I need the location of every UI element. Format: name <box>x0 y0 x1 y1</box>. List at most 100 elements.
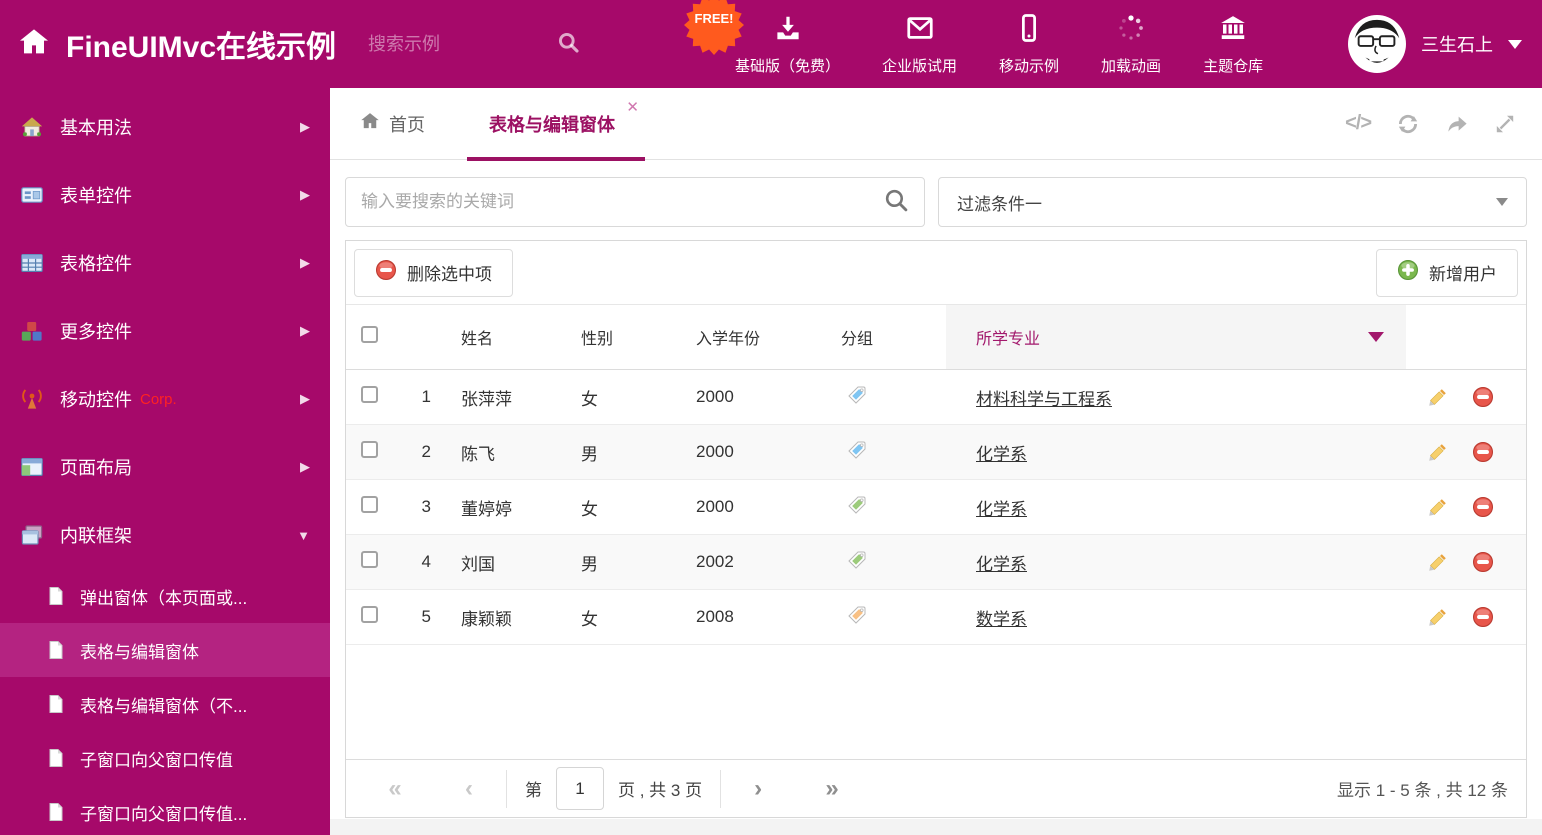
table-row: 4 刘国 男 2002 化学系 <box>346 535 1526 590</box>
page-background-strip <box>330 819 1542 835</box>
search-icon[interactable] <box>556 30 580 59</box>
search-icon[interactable] <box>883 187 909 218</box>
sidebar-item-mobile-controls[interactable]: 移动控件 Corp. ▶ <box>0 365 330 433</box>
tab-grid-edit-window[interactable]: 表格与编辑窗体 ✕ <box>467 88 645 161</box>
add-user-label: 新增用户 <box>1429 265 1497 284</box>
delete-icon[interactable] <box>1472 496 1494 518</box>
chevron-right-icon: ▶ <box>300 187 310 202</box>
nav-item-mobile-examples[interactable]: 移动示例 <box>978 13 1080 76</box>
sidebar-item-label: 页面布局 <box>60 458 132 478</box>
refresh-icon[interactable] <box>1396 112 1420 136</box>
select-all-checkbox[interactable] <box>361 326 378 343</box>
chevron-down-icon <box>1496 198 1508 206</box>
column-header-name[interactable]: 姓名 <box>441 325 561 349</box>
keyword-search-input[interactable] <box>361 192 883 212</box>
pager-summary: 显示 1 - 5 条 , 共 12 条 <box>1337 781 1508 800</box>
edit-icon[interactable] <box>1428 552 1448 572</box>
sidebar-item-inline-frames[interactable]: 内联框架 ▼ <box>0 501 330 569</box>
row-checkbox[interactable] <box>361 551 378 568</box>
tab-tools: </> <box>1345 112 1516 136</box>
tag-icon <box>821 604 946 631</box>
major-link[interactable]: 数学系 <box>976 610 1027 629</box>
open-in-new-icon[interactable] <box>1445 112 1469 136</box>
edit-icon[interactable] <box>1428 607 1448 627</box>
first-page-button[interactable]: « <box>358 775 432 803</box>
edit-icon[interactable] <box>1428 497 1448 517</box>
cell-name: 张萍萍 <box>461 389 512 409</box>
content: 过滤条件一 删除选中项 新增用户 <box>330 160 1542 818</box>
table-row: 2 陈飞 男 2000 化学系 <box>346 425 1526 480</box>
row-checkbox[interactable] <box>361 386 378 403</box>
major-link[interactable]: 化学系 <box>976 555 1027 574</box>
row-checkbox[interactable] <box>361 606 378 623</box>
nav-item-label: 主题仓库 <box>1203 57 1264 75</box>
expand-icon[interactable] <box>1494 113 1516 135</box>
row-checkbox[interactable] <box>361 441 378 458</box>
layout-icon <box>20 455 44 479</box>
sidebar-subitem-child-to-parent[interactable]: 子窗口向父窗口传值 <box>0 731 330 785</box>
last-page-button[interactable]: » <box>795 775 869 803</box>
delete-selected-button[interactable]: 删除选中项 <box>354 248 513 297</box>
prev-page-button[interactable]: ‹ <box>432 775 506 803</box>
file-icon <box>46 748 66 768</box>
file-icon <box>46 586 66 606</box>
home-icon[interactable] <box>18 26 50 63</box>
sidebar-item-grid-controls[interactable]: 表格控件 ▶ <box>0 229 330 297</box>
delete-icon[interactable] <box>1472 606 1494 628</box>
user-menu[interactable]: 三生石上 <box>1348 0 1522 88</box>
row-checkbox[interactable] <box>361 496 378 513</box>
filter-dropdown[interactable]: 过滤条件一 <box>938 177 1527 227</box>
chevron-down-icon: ▼ <box>297 527 310 543</box>
sidebar-item-form-controls[interactable]: 表单控件 ▶ <box>0 161 330 229</box>
bank-icon <box>1218 13 1248 48</box>
sidebar-subitem-child-to-parent-2[interactable]: 子窗口向父窗口传值... <box>0 785 330 835</box>
edit-icon[interactable] <box>1428 387 1448 407</box>
chevron-right-icon: ▶ <box>300 391 310 406</box>
nav-item-label: 加载动画 <box>1101 57 1162 75</box>
table-header-row: 姓名 性别 入学年份 分组 所学专业 <box>346 305 1526 370</box>
sidebar-subitem-popup-window[interactable]: 弹出窗体（本页面或... <box>0 569 330 623</box>
major-link[interactable]: 化学系 <box>976 445 1027 464</box>
sidebar-item-label: 表单控件 <box>60 186 132 206</box>
app-header: FineUIMvc在线示例 FREE! 基础版（免费） 企业版试用 <box>0 0 1542 88</box>
page-prefix-label: 第 <box>525 781 542 800</box>
user-name: 三生石上 <box>1421 35 1493 55</box>
delete-icon[interactable] <box>1472 441 1494 463</box>
sidebar: 基本用法 ▶ 表单控件 ▶ 表格控件 ▶ 更多控件 ▶ 移动控件 Corp. ▶ <box>0 88 330 835</box>
nav-item-loading-animations[interactable]: 加载动画 <box>1080 13 1182 76</box>
tab-home-label: 首页 <box>389 114 425 135</box>
download-icon <box>773 13 803 48</box>
edit-icon[interactable] <box>1428 442 1448 462</box>
sidebar-item-page-layout[interactable]: 页面布局 ▶ <box>0 433 330 501</box>
page-number-input[interactable] <box>556 767 604 810</box>
cell-gender: 女 <box>581 389 598 409</box>
major-link[interactable]: 化学系 <box>976 500 1027 519</box>
column-header-year[interactable]: 入学年份 <box>676 325 821 349</box>
row-index: 1 <box>421 387 431 406</box>
major-link[interactable]: 材料科学与工程系 <box>976 390 1112 409</box>
close-icon[interactable]: ✕ <box>626 100 639 115</box>
cell-year: 2000 <box>696 387 734 406</box>
cell-year: 2002 <box>696 552 734 571</box>
nav-item-theme-repository[interactable]: 主题仓库 <box>1182 13 1284 76</box>
next-page-button[interactable]: › <box>721 775 795 803</box>
chevron-right-icon: ▶ <box>300 459 310 474</box>
source-code-icon[interactable]: </> <box>1345 112 1372 135</box>
sidebar-subitem-grid-edit-window-2[interactable]: 表格与编辑窗体（不... <box>0 677 330 731</box>
add-user-button[interactable]: 新增用户 <box>1376 248 1518 297</box>
sidebar-item-more-controls[interactable]: 更多控件 ▶ <box>0 297 330 365</box>
cell-year: 2000 <box>696 442 734 461</box>
row-index: 5 <box>421 607 431 626</box>
column-header-group[interactable]: 分组 <box>821 325 946 349</box>
user-avatar <box>1348 15 1406 73</box>
delete-icon[interactable] <box>1472 551 1494 573</box>
column-header-gender[interactable]: 性别 <box>561 325 676 349</box>
tab-home[interactable]: 首页 <box>360 111 425 137</box>
header-search-input[interactable] <box>368 33 529 55</box>
nav-item-enterprise-trial[interactable]: 企业版试用 <box>861 13 978 76</box>
delete-icon[interactable] <box>1472 386 1494 408</box>
sidebar-item-basic-usage[interactable]: 基本用法 ▶ <box>0 93 330 161</box>
sidebar-subitem-grid-edit-window[interactable]: 表格与编辑窗体 <box>0 623 330 677</box>
file-icon <box>46 694 66 714</box>
column-header-major[interactable]: 所学专业 <box>946 305 1406 369</box>
